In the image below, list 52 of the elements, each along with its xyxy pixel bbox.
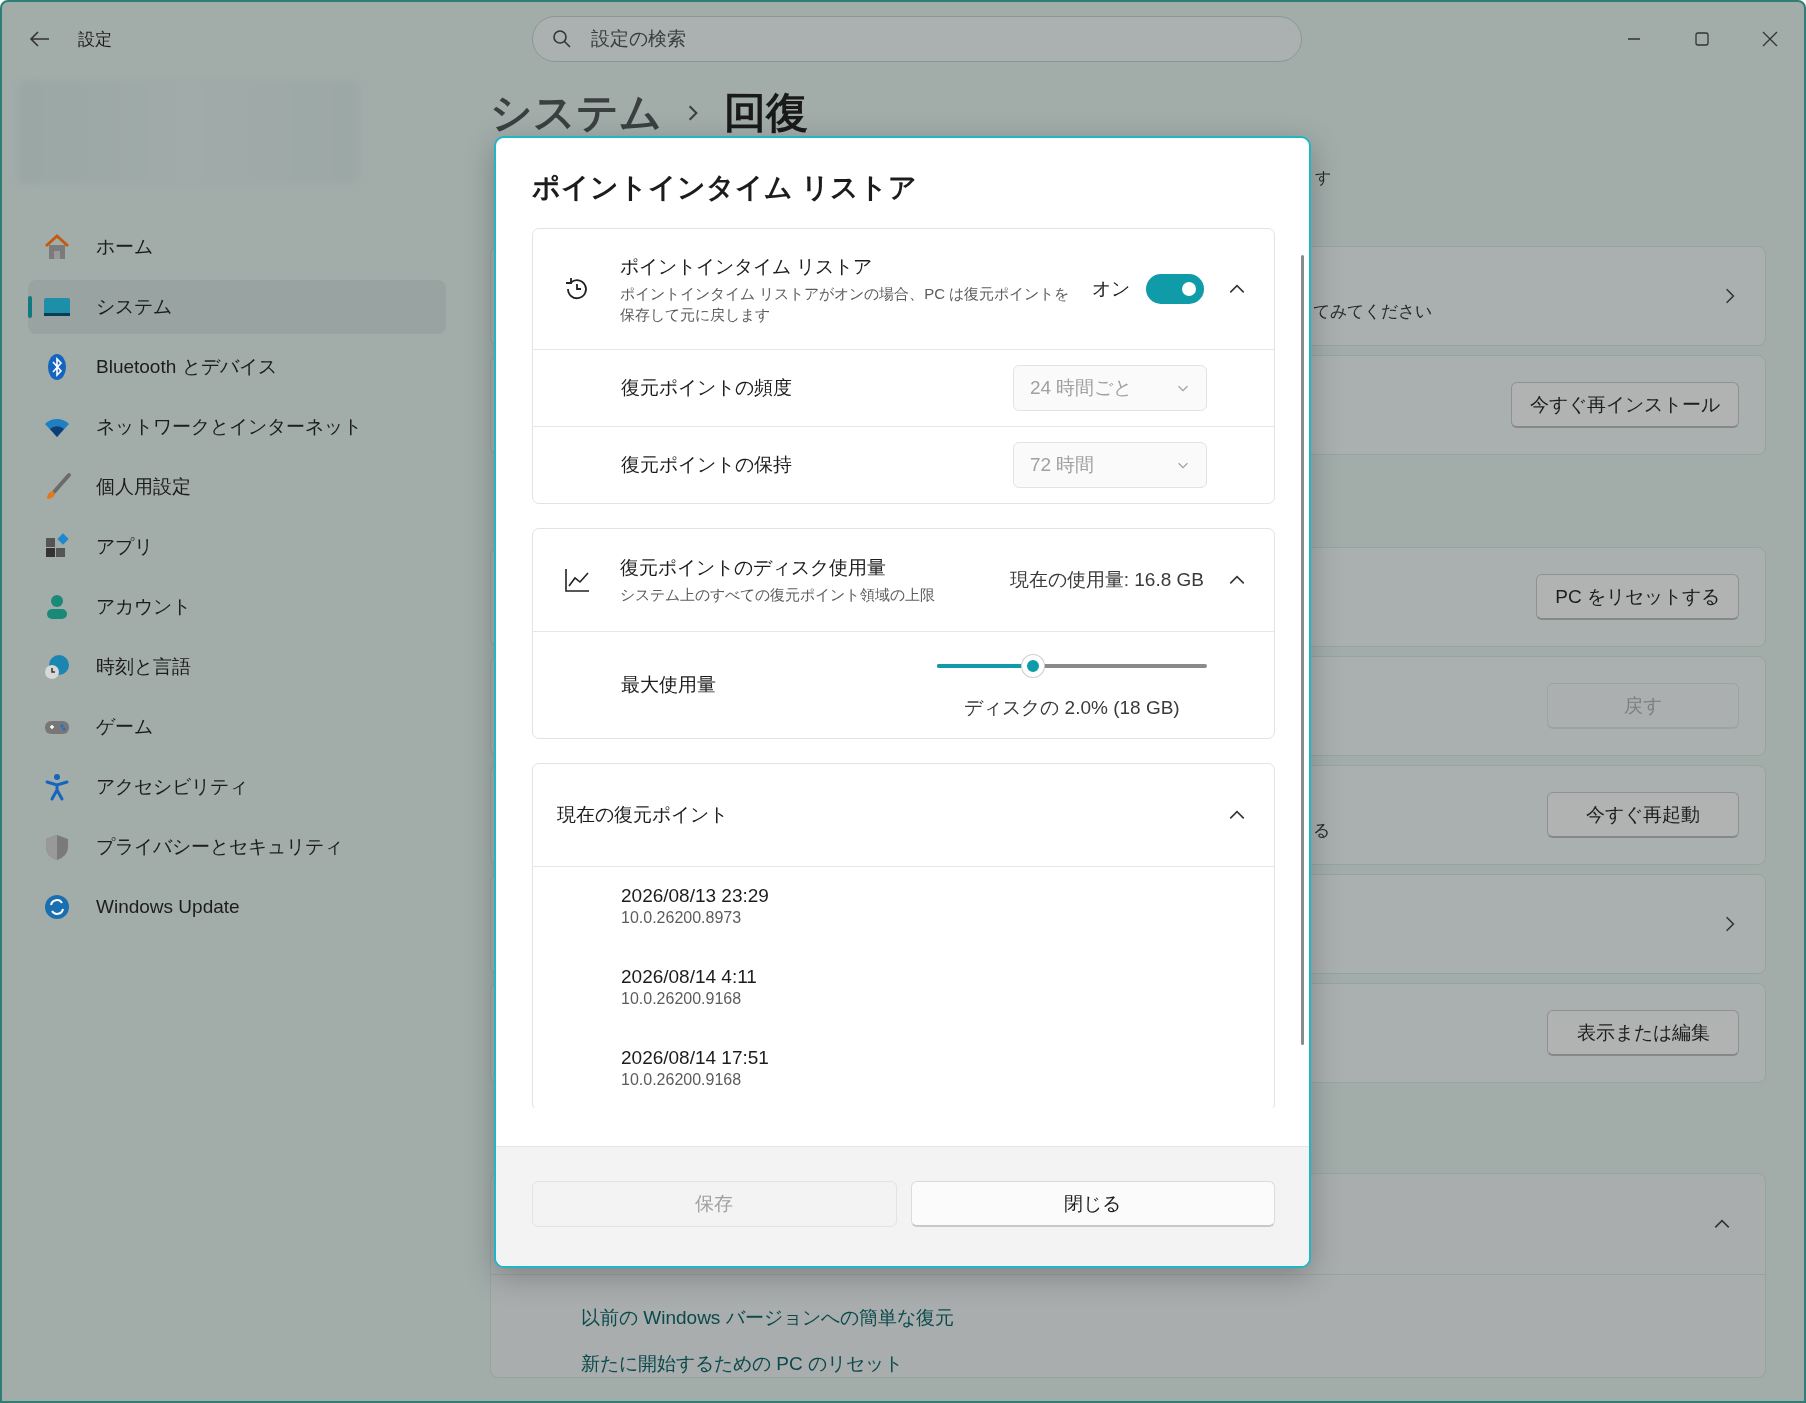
line-chart-icon bbox=[563, 566, 591, 594]
action-button[interactable]: 今すぐ再インストール bbox=[1511, 382, 1739, 428]
dialog-button[interactable]: 閉じる bbox=[910, 1181, 1275, 1227]
action-button[interactable]: PC をリセットする bbox=[1536, 574, 1739, 620]
card-description: システム上のすべての復元ポイント領域の上限 bbox=[620, 585, 936, 605]
slider-caption: ディスクの 2.0% (18 GB) bbox=[964, 696, 1180, 720]
slider[interactable] bbox=[937, 655, 1207, 677]
restore-point-date: 2026/08/14 4:11 bbox=[621, 966, 758, 988]
usage-text: 現在の使用量: 16.8 GB bbox=[1009, 568, 1204, 592]
card-description: ポイントインタイム リストアがオンの場合、PC は復元ポイントを保存して元に戻します bbox=[620, 283, 1070, 325]
card-title: 現在の復元ポイント bbox=[557, 803, 729, 827]
help-link[interactable]: 新たに開始するための PC のリセット bbox=[581, 1351, 1765, 1377]
sidebar-item[interactable]: ホーム bbox=[28, 220, 446, 274]
setting-label: 復元ポイントの頻度 bbox=[621, 376, 793, 400]
dialog-title: ポイントインタイム リストア bbox=[532, 171, 918, 205]
slider-thumb[interactable] bbox=[1021, 655, 1044, 677]
card-text: てみてください bbox=[1313, 300, 1433, 323]
toggle-label: オン bbox=[1092, 277, 1130, 301]
sidebar-item[interactable]: 時刻と言語 bbox=[28, 640, 446, 694]
sidebar-item[interactable]: ネットワークとインターネット bbox=[28, 400, 446, 454]
toggle-switch[interactable] bbox=[1146, 274, 1204, 304]
restore-point-version: 10.0.26200.9168 bbox=[621, 1071, 743, 1089]
update-icon bbox=[42, 892, 72, 922]
action-button[interactable]: 今すぐ再起動 bbox=[1547, 792, 1739, 838]
action-button[interactable]: 表示または編集 bbox=[1547, 1010, 1739, 1056]
sidebar-item[interactable]: アカウント bbox=[28, 580, 446, 634]
sidebar-item[interactable]: プライバシーとセキュリティ bbox=[28, 820, 446, 874]
sidebar-item[interactable]: アクセシビリティ bbox=[28, 760, 446, 814]
home-icon bbox=[42, 232, 72, 262]
sidebar-item[interactable]: Windows Update bbox=[28, 880, 446, 934]
sidebar-item[interactable]: ゲーム bbox=[28, 700, 446, 754]
restore-point-date: 2026/08/14 17:51 bbox=[621, 1047, 770, 1069]
sidebar-item[interactable]: アプリ bbox=[28, 520, 446, 574]
sidebar-item[interactable]: システム bbox=[28, 280, 446, 334]
restore-point-version: 10.0.26200.8973 bbox=[621, 909, 743, 927]
sidebar-item[interactable]: Bluetooth とデバイス bbox=[28, 340, 446, 394]
section-note: す bbox=[1315, 169, 1331, 186]
restore-point-date: 2026/08/13 23:29 bbox=[621, 885, 770, 907]
scrollbar[interactable] bbox=[1301, 255, 1304, 1045]
restore-point-version: 10.0.26200.9168 bbox=[621, 990, 743, 1008]
card-text: る bbox=[1313, 819, 1331, 842]
sidebar-item[interactable]: 個人用設定 bbox=[28, 460, 446, 514]
setting-label: 最大使用量 bbox=[621, 673, 717, 697]
help-link[interactable]: 以前の Windows バージョンへの簡単な復元 bbox=[581, 1305, 1765, 1331]
search-field[interactable]: 設定の検索 bbox=[532, 16, 1302, 62]
time-icon bbox=[42, 652, 72, 682]
page-title: 回復 bbox=[724, 88, 808, 138]
setting-label: 復元ポイントの保持 bbox=[621, 453, 793, 477]
card-title: ポイントインタイム リストア bbox=[620, 254, 874, 279]
card-title: 復元ポイントのディスク使用量 bbox=[620, 556, 887, 580]
search-icon bbox=[552, 29, 572, 49]
window-title: 設定 bbox=[78, 28, 112, 51]
